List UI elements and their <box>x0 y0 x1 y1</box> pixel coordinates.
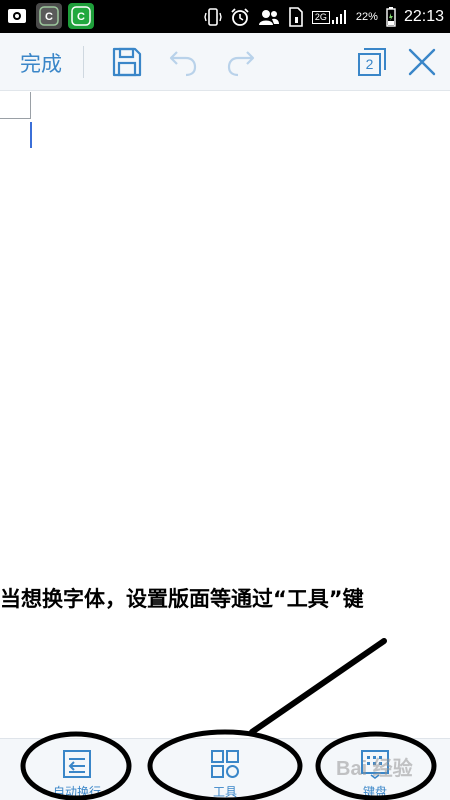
app-green-icon: C <box>68 3 94 29</box>
signal-indicator: 2G <box>311 9 348 24</box>
page-count: 2 <box>365 56 374 72</box>
notification-icons: C C <box>4 3 94 29</box>
done-button[interactable]: 完成 <box>20 48 62 78</box>
app-360-icon: C <box>36 3 62 29</box>
alarm-icon <box>231 7 249 26</box>
battery-percent: 22% <box>355 10 378 23</box>
network-type: 2G <box>311 10 330 24</box>
svg-text:C: C <box>45 11 53 23</box>
redo-icon[interactable] <box>225 46 257 78</box>
pages-button[interactable]: 2 <box>356 46 388 78</box>
watermark: Bai 经验 <box>336 758 413 780</box>
wrap-icon <box>63 750 91 778</box>
status-bar: C C 2G 22% 22:13 <box>0 0 450 33</box>
tools-label: 工具 <box>212 785 237 799</box>
screenshot-icon <box>4 3 30 29</box>
contacts-icon <box>258 9 279 25</box>
instruction-caption: 当想换字体，设置版面等通过“工具”键 <box>0 587 364 611</box>
undo-icon[interactable] <box>167 46 199 78</box>
editor-toolbar: 完成 2 <box>0 33 450 91</box>
page-margin-mark <box>30 92 31 118</box>
grid-icon <box>211 750 239 778</box>
status-icons: 2G 22% 22:13 <box>204 0 444 33</box>
document-canvas[interactable] <box>0 92 450 738</box>
text-cursor <box>30 122 32 148</box>
signal-icon <box>331 9 346 24</box>
page-margin-mark <box>0 118 31 119</box>
svg-text:C: C <box>77 11 85 23</box>
sim-icon <box>289 6 303 27</box>
word-wrap-button[interactable]: 自动换行 <box>42 739 112 800</box>
clock: 22:13 <box>403 7 444 25</box>
vibrate-icon <box>204 7 222 26</box>
close-icon[interactable] <box>406 46 438 78</box>
keyboard-label: 键盘 <box>362 785 387 799</box>
toolbar-divider <box>83 46 84 78</box>
tools-button[interactable]: 工具 <box>190 739 260 800</box>
battery-icon <box>386 6 396 27</box>
save-icon[interactable] <box>111 46 143 78</box>
word-wrap-label: 自动换行 <box>52 785 101 799</box>
